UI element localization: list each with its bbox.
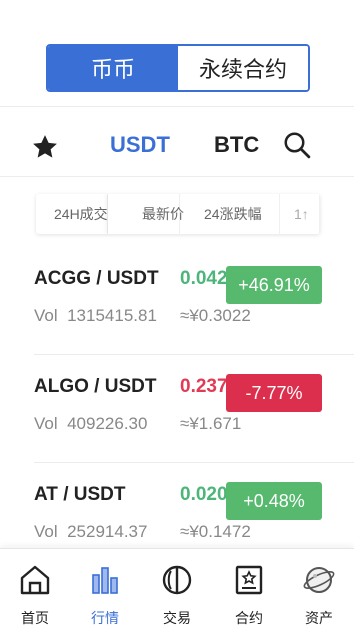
nav-home[interactable]: 首页	[0, 549, 70, 631]
nav-label: 首页	[21, 610, 49, 626]
nav-contract[interactable]: 合约	[214, 549, 284, 631]
favorites-star-icon[interactable]	[30, 132, 60, 162]
nav-market[interactable]: 行情	[70, 549, 140, 631]
nav-label: 资产	[305, 610, 333, 626]
cny-price: ≈¥0.1472	[180, 522, 251, 541]
change-badge: +0.48%	[226, 482, 322, 520]
row-divider	[34, 354, 354, 355]
sort-volume[interactable]: 24H成交	[36, 194, 108, 234]
change-badge: -7.77%	[226, 374, 322, 412]
pair-name: ALGO / USDT	[34, 376, 157, 397]
bar-chart-icon	[92, 567, 118, 594]
home-icon	[20, 565, 50, 595]
sort-24h-change[interactable]: 24涨跌幅	[180, 194, 280, 234]
market-type-switch: 币币 永续合约	[46, 44, 310, 92]
spot-tab[interactable]: 币币	[48, 46, 178, 90]
nav-label: 合约	[235, 610, 263, 626]
search-icon[interactable]	[282, 130, 312, 160]
quote-tabs: USDT BTC	[0, 118, 354, 176]
bottom-nav: 首页 行情 交易 合约 资产	[0, 548, 354, 631]
trade-icon	[162, 565, 192, 595]
sort-latest-price[interactable]: 最新价	[108, 194, 184, 234]
top-divider	[0, 106, 354, 107]
nav-trade[interactable]: 交易	[142, 549, 212, 631]
pair-name: AT / USDT	[34, 484, 126, 505]
market-row[interactable]: ACGG / USDT Vol 1315415.81 0.0420 ≈¥0.30…	[0, 266, 354, 376]
contract-icon	[235, 565, 263, 595]
nav-assets[interactable]: 资产	[284, 549, 354, 631]
cny-price: ≈¥1.671	[180, 414, 242, 433]
cny-price: ≈¥0.3022	[180, 306, 251, 325]
pair-name: ACGG / USDT	[34, 268, 159, 289]
row-divider	[34, 462, 354, 463]
tabs-divider	[0, 176, 354, 177]
sort-bar: 24H成交 最新价 24涨跌幅 1↑	[36, 194, 320, 234]
planet-icon	[303, 567, 335, 593]
volume: Vol 409226.30	[34, 414, 148, 433]
tab-usdt[interactable]: USDT	[110, 132, 170, 158]
market-row[interactable]: ALGO / USDT Vol 409226.30 0.2373 ≈¥1.671…	[0, 374, 354, 484]
tab-btc[interactable]: BTC	[214, 132, 259, 158]
change-badge: +46.91%	[226, 266, 322, 304]
sort-more[interactable]: 1↑	[280, 194, 320, 234]
volume: Vol 252914.37	[34, 522, 148, 541]
nav-label: 行情	[91, 610, 119, 626]
perpetual-contract-tab[interactable]: 永续合约	[178, 46, 308, 90]
nav-label: 交易	[163, 610, 191, 626]
volume: Vol 1315415.81	[34, 306, 157, 325]
